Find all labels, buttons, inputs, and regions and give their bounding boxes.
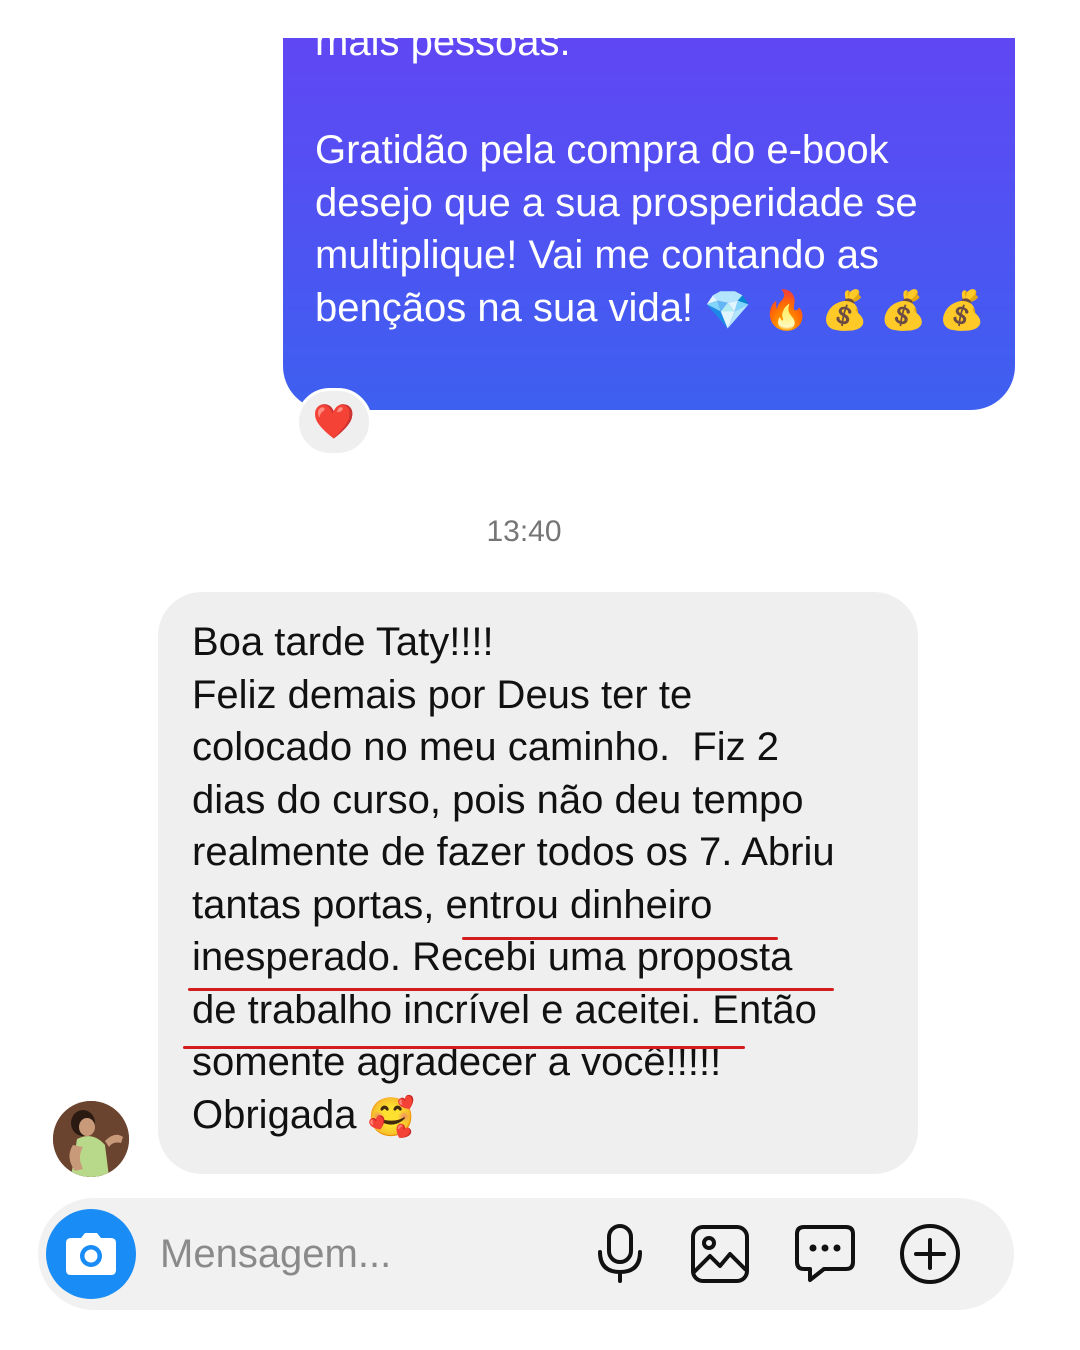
- received-message-bubble[interactable]: Boa tarde Taty!!!! Feliz demais por Deus…: [158, 592, 918, 1174]
- highlight-underline: [183, 1046, 745, 1049]
- gallery-button[interactable]: [688, 1222, 752, 1286]
- more-button[interactable]: [898, 1222, 962, 1286]
- highlight-underline: [188, 988, 834, 991]
- sent-message-text: Gratidão pela compra do e-book desejo qu…: [315, 124, 1005, 334]
- message-line: Boa tarde Taty!!!!: [192, 620, 494, 664]
- avatar-photo-icon: [53, 1101, 129, 1177]
- camera-button[interactable]: [46, 1209, 136, 1299]
- plus-icon: [900, 1224, 960, 1284]
- message-line-last: Obrigada 🥰: [192, 1089, 902, 1142]
- sent-message-bubble[interactable]: mais pessoas. Gratidão pela compra do e-…: [283, 38, 1015, 410]
- message-line: colocado no meu caminho. Fiz 2: [192, 725, 779, 769]
- camera-icon: [66, 1233, 116, 1275]
- heart-icon: ❤️: [312, 402, 356, 442]
- money-bag-emoji: 💰: [821, 287, 869, 332]
- sent-message-cut-line: mais pessoas.: [315, 38, 571, 64]
- message-line: dias do curso, pois não deu tempo: [192, 777, 804, 822]
- message-line: de trabalho incrível e aceitei. Então: [192, 987, 817, 1032]
- fire-emoji: 🔥: [762, 287, 810, 332]
- message-line: somente agradecer a você!!!!!: [192, 1040, 722, 1084]
- money-bag-emoji: 💰: [937, 287, 986, 332]
- microphone-icon: [598, 1224, 642, 1283]
- message-input[interactable]: [160, 1226, 560, 1282]
- microphone-button[interactable]: [588, 1222, 652, 1286]
- gem-emoji: 💎: [704, 287, 752, 332]
- sticker-button[interactable]: [793, 1222, 857, 1286]
- message-line: realmente de fazer todos os 7. Abriu: [192, 830, 835, 874]
- heart-reaction[interactable]: ❤️: [296, 388, 372, 456]
- message-line: tantas portas, entrou dinheiro: [192, 882, 713, 927]
- message-line: Feliz demais por Deus ter te: [192, 672, 693, 717]
- message-timestamp: 13:40: [486, 515, 562, 548]
- money-bag-emoji: 💰: [879, 287, 927, 332]
- sticker-icon: [795, 1225, 855, 1282]
- image-icon: [691, 1225, 749, 1283]
- message-line-text: Obrigada: [192, 1092, 357, 1137]
- highlight-underline: [462, 937, 778, 940]
- smiling-hearts-emoji: 🥰: [367, 1094, 416, 1139]
- received-message-text: Boa tarde Taty!!!! Feliz demais por Deus…: [192, 616, 902, 1141]
- avatar[interactable]: [53, 1101, 129, 1177]
